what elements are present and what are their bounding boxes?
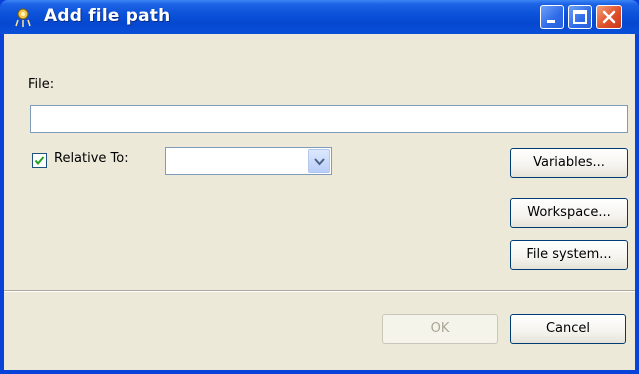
ok-button[interactable]: OK <box>382 314 498 344</box>
close-button[interactable] <box>596 5 622 29</box>
file-path-input[interactable] <box>30 105 628 133</box>
dialog-window: Add file path File: Relative To: Variabl… <box>0 0 639 374</box>
title-bar[interactable]: Add file path <box>0 0 639 34</box>
variables-button[interactable]: Variables... <box>510 148 628 178</box>
relative-to-label: Relative To: <box>54 151 129 166</box>
relative-to-checkbox[interactable] <box>32 153 47 168</box>
window-title: Add file path <box>44 6 171 26</box>
relative-to-dropdown[interactable] <box>165 147 332 175</box>
minimize-button[interactable] <box>540 5 564 29</box>
file-system-button[interactable]: File system... <box>510 240 628 270</box>
cancel-button[interactable]: Cancel <box>510 314 626 344</box>
separator <box>4 290 635 292</box>
dropdown-button[interactable] <box>308 149 330 173</box>
maximize-button[interactable] <box>568 5 592 29</box>
gear-sparkle-icon <box>12 6 34 28</box>
workspace-button[interactable]: Workspace... <box>510 198 628 228</box>
file-label: File: <box>28 77 55 92</box>
